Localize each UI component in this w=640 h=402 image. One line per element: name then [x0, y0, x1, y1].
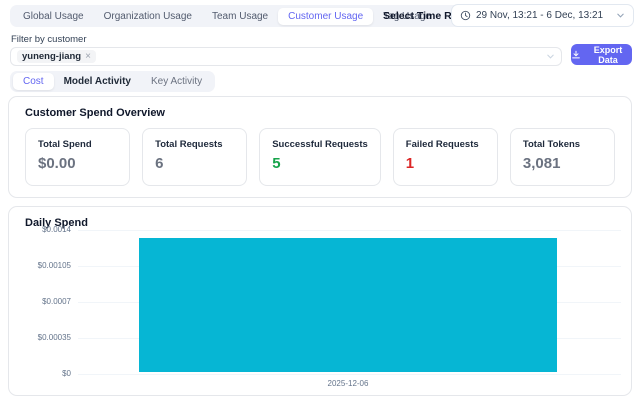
daily-spend-card: Daily Spend $0.0014 $0.00105 $0.0007 $0.… [8, 206, 632, 396]
y-axis-tick: $0.0014 [9, 225, 71, 234]
stat-value: 1 [406, 155, 485, 172]
time-range-value: 29 Nov, 13:21 - 6 Dec, 13:21 [476, 10, 611, 21]
stat-value: $0.00 [38, 155, 117, 172]
customer-spend-overview-card: Customer Spend Overview Total Spend $0.0… [8, 96, 632, 198]
y-axis-tick: $0 [9, 369, 71, 378]
tab-global-usage[interactable]: Global Usage [13, 8, 94, 25]
stat-card-total-requests: Total Requests 6 [142, 128, 247, 186]
filter-label: Filter by customer [11, 34, 87, 45]
chevron-down-icon [616, 11, 625, 20]
tab-key-activity[interactable]: Key Activity [141, 73, 212, 90]
remove-tag-icon[interactable]: × [85, 51, 91, 62]
y-axis-tick: $0.00105 [9, 261, 71, 270]
stat-label: Total Spend [38, 139, 117, 150]
view-tab-bar: Cost Model Activity Key Activity [10, 71, 215, 92]
chevron-down-icon[interactable] [546, 52, 555, 61]
stats-row: Total Spend $0.00 Total Requests 6 Succe… [25, 128, 615, 186]
tab-customer-usage[interactable]: Customer Usage [278, 8, 373, 25]
tab-team-usage[interactable]: Team Usage [202, 8, 278, 25]
customer-tag-label: yuneng-jiang [22, 51, 81, 62]
stat-label: Total Tokens [523, 139, 602, 150]
tab-organization-usage[interactable]: Organization Usage [94, 8, 202, 25]
spend-bar[interactable] [139, 238, 557, 372]
customer-tag: yuneng-jiang × [17, 50, 96, 63]
stat-card-total-spend: Total Spend $0.00 [25, 128, 130, 186]
stat-value: 3,081 [523, 155, 602, 172]
clock-icon [460, 10, 471, 21]
time-range-picker[interactable]: 29 Nov, 13:21 - 6 Dec, 13:21 [451, 4, 634, 27]
customer-usage-page: Global Usage Organization Usage Team Usa… [0, 0, 640, 402]
download-icon [571, 50, 581, 60]
stat-value: 6 [155, 155, 234, 172]
overview-title: Customer Spend Overview [25, 107, 165, 119]
customer-filter-input[interactable]: yuneng-jiang × [10, 47, 562, 66]
stat-label: Failed Requests [406, 139, 485, 150]
stat-label: Total Requests [155, 139, 234, 150]
export-data-button[interactable]: Export Data [571, 44, 632, 65]
stat-value: 5 [272, 155, 368, 172]
tab-cost[interactable]: Cost [13, 73, 54, 90]
gridline [78, 374, 621, 375]
stat-card-total-tokens: Total Tokens 3,081 [510, 128, 615, 186]
stat-card-successful-requests: Successful Requests 5 [259, 128, 381, 186]
y-axis-tick: $0.00035 [9, 333, 71, 342]
stat-card-failed-requests: Failed Requests 1 [393, 128, 498, 186]
stat-label: Successful Requests [272, 139, 368, 150]
export-data-label: Export Data [584, 45, 632, 65]
gridline [78, 230, 621, 231]
tab-model-activity[interactable]: Model Activity [54, 73, 141, 90]
y-axis-tick: $0.0007 [9, 297, 71, 306]
x-axis-tick: 2025-12-06 [139, 379, 557, 388]
